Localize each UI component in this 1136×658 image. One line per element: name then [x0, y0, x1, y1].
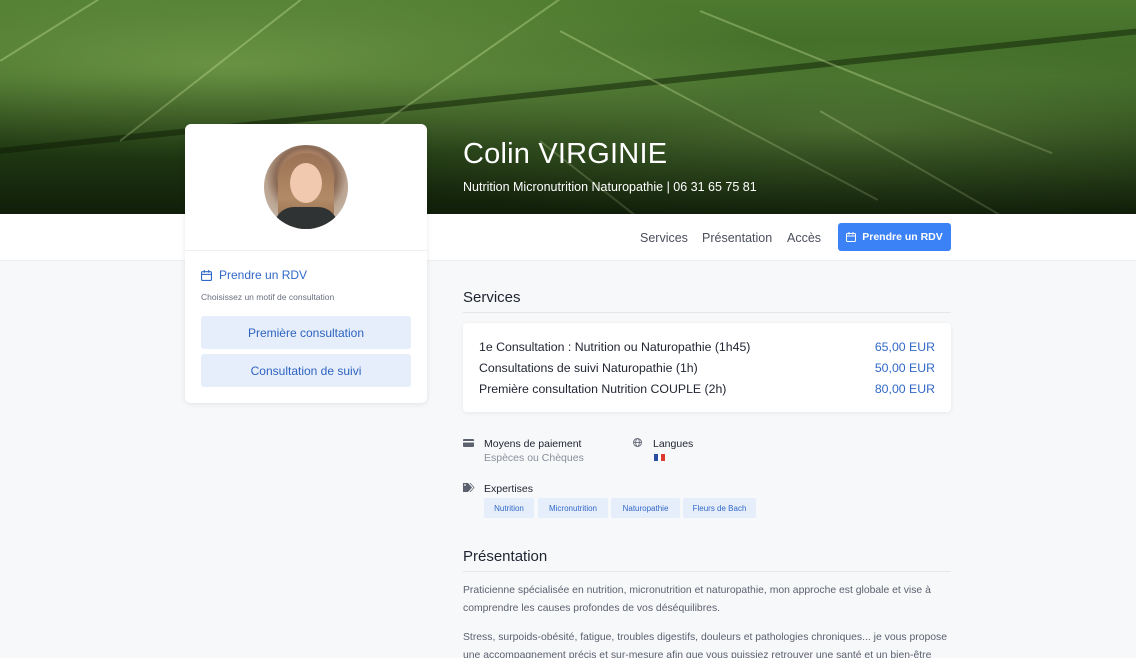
avatar: [264, 145, 348, 229]
section-divider: [463, 312, 951, 313]
nav-link-services[interactable]: Services: [640, 231, 688, 245]
motif-premiere-consultation-button[interactable]: Première consultation: [201, 316, 411, 349]
globe-icon: [633, 438, 642, 447]
service-name: Première consultation Nutrition COUPLE (…: [479, 382, 727, 396]
nav-link-acces[interactable]: Accès: [787, 231, 821, 245]
booking-card: Prendre un RDV Choisissez un motif de co…: [185, 124, 427, 403]
service-price: 65,00 EUR: [874, 340, 935, 354]
services-heading: Services: [463, 289, 521, 306]
tags-icon: [463, 483, 475, 492]
payment-value: Espèces ou Chèques: [484, 452, 584, 464]
payment-label: Moyens de paiement: [484, 438, 582, 450]
presentation-paragraph: Stress, surpoids-obésité, fatigue, troub…: [463, 632, 948, 658]
practitioner-subtitle: Nutrition Micronutrition Naturopathie | …: [463, 180, 757, 194]
expertise-tag[interactable]: Naturopathie: [611, 498, 680, 518]
expertise-tag[interactable]: Fleurs de Bach: [683, 498, 756, 518]
service-name: Consultations de suivi Naturopathie (1h): [479, 361, 698, 375]
french-flag-icon: [654, 454, 666, 461]
service-name: 1e Consultation : Nutrition ou Naturopat…: [479, 340, 751, 354]
card-prendre-rdv-link[interactable]: Prendre un RDV: [201, 268, 307, 282]
presentation-heading: Présentation: [463, 548, 548, 565]
expertise-tag[interactable]: Nutrition: [484, 498, 534, 518]
presentation-paragraph: Praticienne spécialisée en nutrition, mi…: [463, 585, 931, 614]
section-divider: [463, 571, 951, 572]
services-list: 1e Consultation : Nutrition ou Naturopat…: [463, 323, 951, 412]
motif-hint: Choisissez un motif de consultation: [201, 292, 335, 302]
calendar-icon: [846, 232, 857, 242]
hero-banner: Colin VIRGINIE Nutrition Micronutrition …: [0, 0, 1136, 214]
card-prendre-rdv-label: Prendre un RDV: [219, 268, 308, 282]
nav-link-presentation[interactable]: Présentation: [702, 231, 772, 245]
prendre-rdv-button[interactable]: Prendre un RDV: [838, 223, 951, 251]
credit-card-icon: [463, 439, 474, 447]
service-price: 50,00 EUR: [874, 361, 935, 375]
motif-consultation-suivi-button[interactable]: Consultation de suivi: [201, 354, 411, 387]
practitioner-name: Colin VIRGINIE: [463, 138, 668, 170]
profile-nav-bar: [0, 214, 1136, 261]
calendar-icon: [201, 269, 212, 281]
expertise-tag[interactable]: Micronutrition: [538, 498, 608, 518]
expertises-label: Expertises: [484, 483, 534, 495]
service-price: 80,00 EUR: [874, 382, 935, 396]
card-divider: [185, 250, 427, 251]
languages-label: Langues: [653, 438, 694, 450]
prendre-rdv-label: Prendre un RDV: [862, 231, 943, 243]
